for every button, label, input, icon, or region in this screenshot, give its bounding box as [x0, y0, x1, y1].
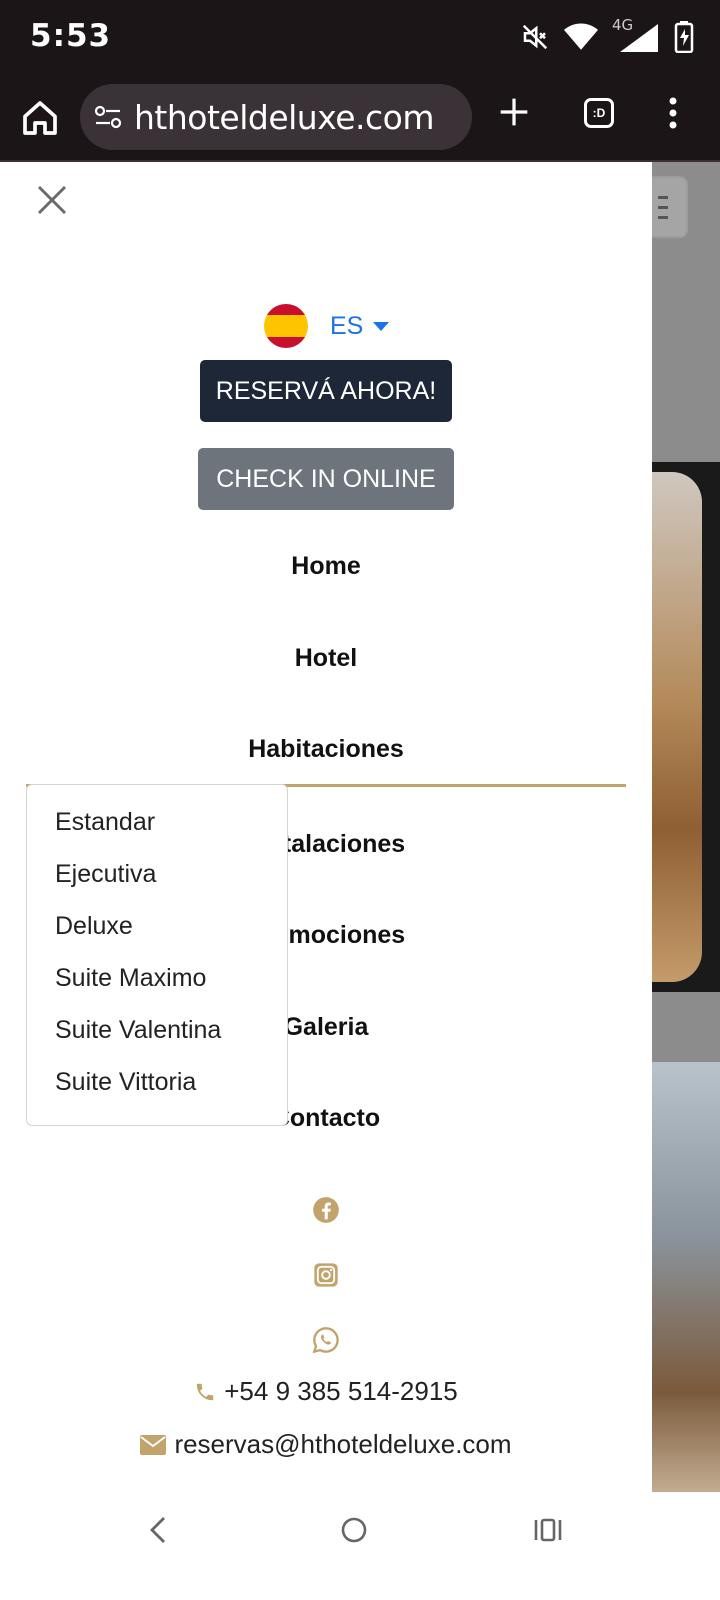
dropdown-item-suite-vittoria[interactable]: Suite Vittoria: [27, 1061, 287, 1113]
hero-image: [652, 462, 720, 992]
language-selector[interactable]: ES: [264, 304, 390, 348]
spain-flag-icon: [264, 304, 308, 348]
checkin-online-button[interactable]: CHECK IN ONLINE: [198, 448, 454, 510]
caret-down-icon: [373, 321, 390, 331]
envelope-icon: [140, 1434, 167, 1455]
close-icon[interactable]: [36, 184, 68, 216]
status-time: 5:53: [30, 18, 112, 54]
wifi-icon: [564, 23, 598, 50]
hamburger-menu-button[interactable]: [652, 176, 688, 238]
recent-apps-icon[interactable]: [534, 1516, 562, 1544]
dropdown-item-deluxe[interactable]: Deluxe: [27, 905, 287, 957]
system-navigation-bar: [0, 1492, 720, 1600]
dropdown-item-ejecutiva[interactable]: Ejecutiva: [27, 853, 287, 905]
signal-icon: [620, 24, 658, 52]
nav-hotel[interactable]: Hotel: [0, 644, 652, 673]
phone-number[interactable]: +54 9 385 514-2915: [224, 1376, 458, 1407]
signal-indicator: 4G: [612, 16, 660, 54]
rooms-dropdown: Estandar Ejecutiva Deluxe Suite Maximo S…: [26, 784, 288, 1126]
status-bar: 5:53 4G: [0, 0, 720, 78]
tab-switcher-button[interactable]: :D: [584, 98, 614, 128]
more-options-icon[interactable]: [668, 96, 678, 130]
back-icon[interactable]: [146, 1516, 170, 1544]
room-image: [652, 1062, 720, 1502]
browser-toolbar: hthoteldeluxe.com :D: [0, 78, 720, 162]
url-text[interactable]: hthoteldeluxe.com: [134, 98, 435, 137]
background-page: [652, 162, 720, 1522]
nav-habitaciones[interactable]: Habitaciones: [0, 735, 652, 764]
new-tab-icon[interactable]: [498, 96, 530, 128]
phone-icon: [197, 1383, 214, 1400]
language-code: ES: [330, 311, 364, 340]
home-circle-icon[interactable]: [340, 1516, 368, 1544]
dropdown-item-suite-maximo[interactable]: Suite Maximo: [27, 957, 287, 1009]
dropdown-item-estandar[interactable]: Estandar: [27, 801, 287, 853]
reserve-button[interactable]: RESERVÁ AHORA!: [200, 360, 452, 422]
mute-icon: [522, 24, 548, 50]
address-bar[interactable]: hthoteldeluxe.com: [80, 84, 472, 150]
facebook-icon[interactable]: [312, 1196, 340, 1224]
battery-icon: [674, 21, 694, 53]
status-icons: 4G: [520, 16, 694, 54]
dropdown-item-suite-valentina[interactable]: Suite Valentina: [27, 1009, 287, 1061]
email-address[interactable]: reservas@hthoteldeluxe.com: [174, 1429, 511, 1460]
whatsapp-icon[interactable]: [312, 1326, 340, 1354]
email-contact[interactable]: reservas@hthoteldeluxe.com: [0, 1429, 652, 1460]
nav-home[interactable]: Home: [0, 552, 652, 581]
site-settings-icon[interactable]: [94, 104, 122, 130]
mobile-menu-panel: ES RESERVÁ AHORA! CHECK IN ONLINE Home H…: [0, 162, 652, 1492]
phone-contact[interactable]: +54 9 385 514-2915: [0, 1376, 652, 1407]
instagram-icon[interactable]: [312, 1261, 340, 1289]
home-icon[interactable]: [20, 98, 60, 138]
